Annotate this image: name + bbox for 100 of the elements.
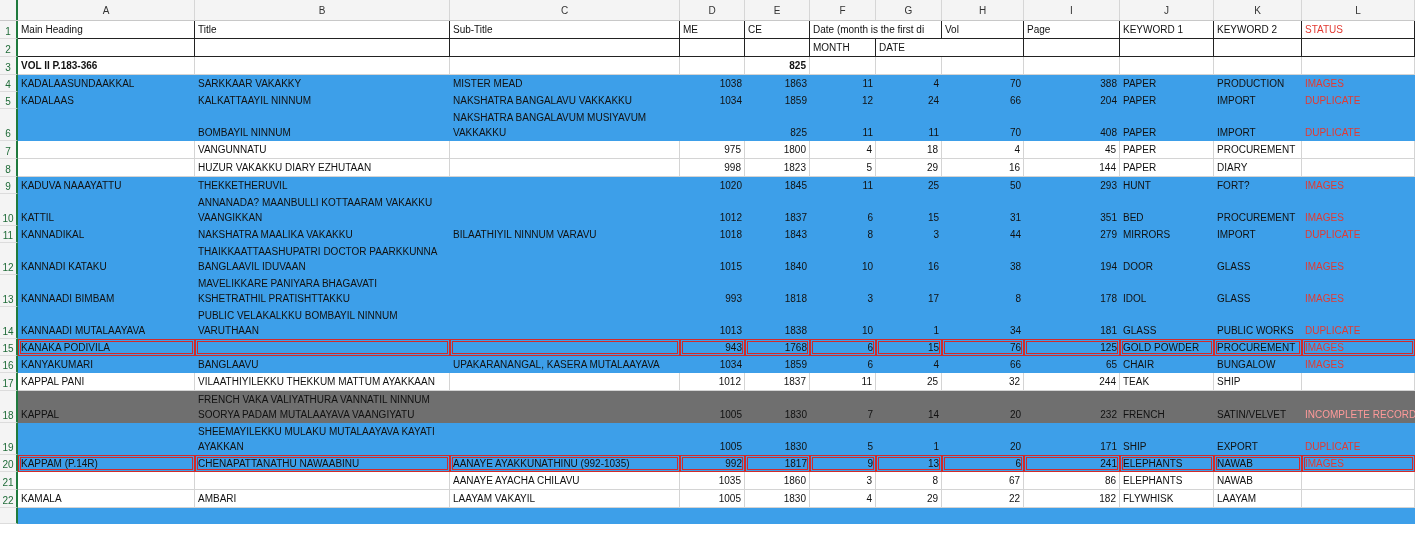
row-header[interactable]: 14 bbox=[0, 307, 18, 339]
column-header[interactable]: I bbox=[1024, 0, 1120, 20]
table-cell: 13 bbox=[876, 455, 942, 472]
row-header[interactable]: 16 bbox=[0, 356, 18, 373]
row-header[interactable]: 12 bbox=[0, 243, 18, 275]
row-header[interactable]: 20 bbox=[0, 455, 18, 472]
table-cell-text: KANYAKUMARI bbox=[20, 358, 95, 372]
table-cell-text: BUNGALOW bbox=[1216, 358, 1277, 372]
table-cell-text: GLASS bbox=[1216, 260, 1252, 274]
table-cell-text: 6 bbox=[866, 358, 874, 372]
table-cell: 6 bbox=[810, 339, 876, 356]
table-cell-text: 10 bbox=[860, 324, 874, 338]
row-header[interactable]: 13 bbox=[0, 275, 18, 307]
row-header[interactable]: 8 bbox=[0, 159, 18, 177]
column-header[interactable]: C bbox=[450, 0, 680, 20]
table-cell-text: FORT? bbox=[1216, 179, 1251, 193]
row-header[interactable]: 21 bbox=[0, 472, 18, 490]
row-header[interactable]: 1 bbox=[0, 21, 18, 39]
table-cell-text: IMAGES bbox=[1304, 260, 1345, 274]
table-cell: 241 bbox=[1024, 455, 1120, 472]
table-cell-text: KANNADI KATAKU bbox=[20, 260, 108, 274]
table-cell-text: 24 bbox=[926, 94, 940, 108]
table-cell-text: 194 bbox=[1099, 260, 1118, 274]
table-cell-text: THAIKKAATTAASHUPATRI DOCTOR PAARKKUNNA BANGLAAVIL IDUVAAN bbox=[197, 245, 439, 274]
table-cell-text: HUNT bbox=[1122, 179, 1152, 193]
row-header[interactable]: 22 bbox=[0, 490, 18, 508]
table-cell-text: 1830 bbox=[783, 440, 808, 454]
column-header[interactable]: D bbox=[680, 0, 745, 20]
row-header[interactable]: 9 bbox=[0, 177, 18, 194]
table-cell-text: PAPER bbox=[1122, 94, 1158, 108]
table-cell-text: BANGLAAVU bbox=[197, 358, 260, 372]
table-cell-text: BILAATHIYIL NINNUM VARAVU bbox=[452, 228, 598, 242]
table-cell-text: 10 bbox=[860, 260, 874, 274]
table-cell-text: 1859 bbox=[783, 94, 808, 108]
table-cell-text: UPAKARANANGAL, KASERA MUTALAAYAVA bbox=[452, 358, 661, 372]
row-header[interactable] bbox=[0, 508, 18, 524]
table-cell-text: PAPER bbox=[1122, 77, 1158, 91]
table-cell-text: PUBLIC VELAKALKKU BOMBAYIL NINNUM VARUTHAAN bbox=[197, 309, 399, 338]
row-header[interactable]: 18 bbox=[0, 391, 18, 423]
table-cell-text: 44 bbox=[1008, 228, 1022, 242]
table-cell: 9 bbox=[810, 455, 876, 472]
row-header[interactable]: 10 bbox=[0, 194, 18, 226]
table-cell-text: 11 bbox=[861, 126, 874, 140]
table-cell: CHENAPATTANATHU NAWAABINU bbox=[195, 455, 450, 472]
column-header[interactable]: F bbox=[810, 0, 876, 20]
row-header[interactable]: 3 bbox=[0, 57, 18, 75]
table-cell-text: NAKSHATRA BANGALAVUM MUSIYAVUM VAKKAKKU bbox=[452, 111, 648, 140]
table-cell-text: 70 bbox=[1008, 126, 1022, 140]
table-cell-text: 16 bbox=[926, 260, 940, 274]
table-cell-text: 1013 bbox=[718, 324, 743, 338]
table-cell: GOLD POWDER bbox=[1120, 339, 1214, 356]
column-header[interactable]: A bbox=[18, 0, 195, 20]
row-header[interactable]: 11 bbox=[0, 226, 18, 243]
table-cell-text: 1 bbox=[932, 440, 940, 454]
column-header[interactable]: L bbox=[1302, 0, 1415, 20]
column-header[interactable]: H bbox=[942, 0, 1024, 20]
table-cell-text: IMPORT bbox=[1216, 94, 1257, 108]
row-header[interactable]: 4 bbox=[0, 75, 18, 92]
table-cell-text: 1038 bbox=[718, 77, 743, 91]
column-header[interactable]: B bbox=[195, 0, 450, 20]
table-cell-text: KATTIL bbox=[20, 211, 56, 225]
table-cell-text: CHAIR bbox=[1122, 358, 1156, 372]
table-cell-text: DUPLICATE bbox=[1304, 94, 1362, 108]
table-cell-text: 1840 bbox=[783, 260, 808, 274]
table-cell-text: 178 bbox=[1099, 292, 1118, 306]
table-cell: 125 bbox=[1024, 339, 1120, 356]
column-header[interactable]: K bbox=[1214, 0, 1302, 20]
table-cell-text: 6 bbox=[866, 211, 874, 225]
table-cell-text: FRENCH bbox=[1122, 408, 1166, 422]
table-cell-text: EXPORT bbox=[1216, 440, 1259, 454]
table-cell-text: 4 bbox=[932, 77, 940, 91]
table-cell: IMAGES bbox=[1302, 339, 1415, 356]
table-cell: AANAYE AYAKKUNATHINU (992-1035) bbox=[450, 455, 680, 472]
table-cell: 6 bbox=[942, 455, 1024, 472]
table-cell-text: BED bbox=[1122, 211, 1145, 225]
column-header[interactable]: J bbox=[1120, 0, 1214, 20]
row-header[interactable]: 17 bbox=[0, 373, 18, 391]
row-header[interactable]: 15 bbox=[0, 339, 18, 356]
table-cell-text: DUPLICATE bbox=[1304, 126, 1362, 140]
row-header[interactable]: 19 bbox=[0, 423, 18, 455]
table-cell-text: 388 bbox=[1099, 77, 1118, 91]
table-cell-text: PRODUCTION bbox=[1216, 77, 1286, 91]
table-cell-text: DUPLICATE bbox=[1304, 324, 1362, 338]
table-cell-text: 8 bbox=[866, 228, 874, 242]
table-cell-text: SARKKAAR VAKAKKY bbox=[197, 77, 303, 91]
row-header[interactable]: 2 bbox=[0, 39, 18, 57]
column-header[interactable]: E bbox=[745, 0, 810, 20]
row-header[interactable]: 6 bbox=[0, 109, 18, 141]
column-header[interactable]: G bbox=[876, 0, 942, 20]
table-cell-text: IMAGES bbox=[1304, 358, 1345, 372]
table-cell-text: INCOMPLETE RECORD bbox=[1304, 408, 1415, 422]
table-cell: 992 bbox=[680, 455, 745, 472]
table-cell: PROCUREMENT bbox=[1214, 339, 1302, 356]
table-cell-text: 232 bbox=[1099, 408, 1118, 422]
table-cell-text: 1838 bbox=[783, 324, 808, 338]
row-header[interactable]: 7 bbox=[0, 141, 18, 159]
table-cell-text: PAPER bbox=[1122, 126, 1158, 140]
table-cell-text: 1015 bbox=[718, 260, 743, 274]
table-cell-text: 1005 bbox=[718, 408, 743, 422]
row-header[interactable]: 5 bbox=[0, 92, 18, 109]
